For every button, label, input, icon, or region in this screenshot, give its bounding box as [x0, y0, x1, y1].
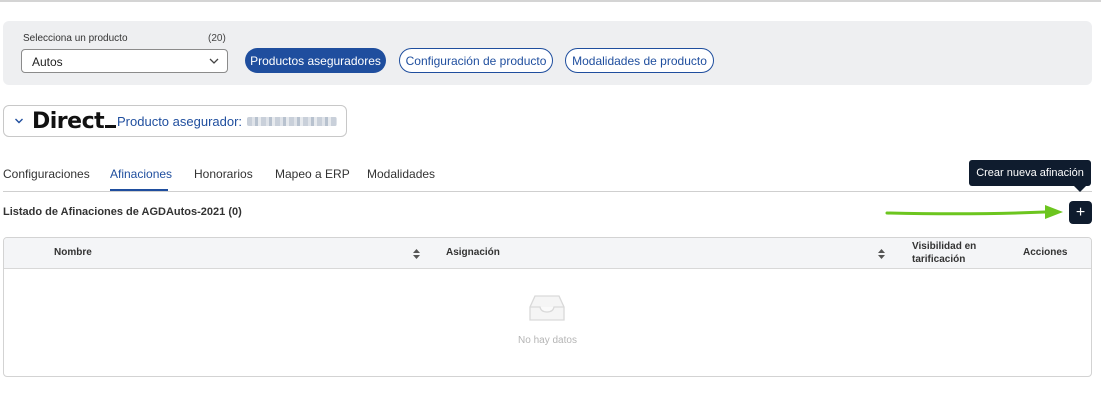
tab-configuraciones[interactable]: Configuraciones [3, 167, 90, 181]
insurer-logo: Direct [32, 109, 117, 134]
sort-icon[interactable] [878, 249, 885, 259]
plus-icon: + [1075, 203, 1086, 221]
sort-icon[interactable] [413, 249, 420, 259]
list-title: Listado de Afinaciones de AGDAutos-2021 … [3, 206, 242, 218]
chevron-down-icon [209, 58, 219, 64]
product-select[interactable]: Autos [21, 49, 228, 73]
afinaciones-table: Nombre Asignación Visibilidad en tarific… [3, 237, 1092, 377]
filter-panel: Selecciona un producto (20) Autos Produc… [3, 21, 1092, 85]
product-modalities-button[interactable]: Modalidades de producto [565, 48, 714, 73]
column-nombre[interactable]: Nombre [54, 247, 92, 258]
chevron-down-icon [15, 118, 23, 124]
column-asignacion[interactable]: Asignación [446, 247, 500, 258]
active-tab-indicator [110, 189, 168, 191]
product-select-value: Autos [32, 55, 63, 69]
empty-state-text: No hay datos [518, 335, 577, 346]
insurer-product-label: Producto asegurador: [117, 114, 243, 129]
tooltip-arrow [1074, 186, 1086, 192]
tab-honorarios[interactable]: Honorarios [194, 167, 253, 181]
tab-afinaciones[interactable]: Afinaciones [110, 167, 172, 181]
column-acciones: Acciones [1023, 247, 1068, 258]
annotation-arrow-icon [885, 205, 1063, 219]
add-tooltip: Crear nueva afinación [969, 160, 1091, 186]
tab-mapeo-erp[interactable]: Mapeo a ERP [275, 167, 350, 181]
add-afinacion-button[interactable]: + [1069, 201, 1092, 224]
insurer-product-selector[interactable]: Direct Producto asegurador: [3, 105, 347, 137]
tab-bar: Configuraciones Afinaciones Honorarios M… [3, 166, 1092, 192]
empty-inbox-icon [529, 295, 565, 321]
insurer-products-button[interactable]: Productos aseguradores [245, 48, 386, 73]
insurer-logo-text: Direct [32, 109, 105, 134]
tab-modalidades[interactable]: Modalidades [367, 167, 435, 181]
product-select-label: Selecciona un producto [23, 33, 128, 44]
top-divider [0, 0, 1101, 2]
column-visibilidad: Visibilidad en tarificación [912, 241, 977, 265]
logo-underscore [105, 125, 117, 128]
insurer-product-value-blurred [247, 117, 337, 126]
table-header: Nombre Asignación Visibilidad en tarific… [4, 238, 1091, 269]
product-count: (20) [208, 33, 226, 44]
product-config-button[interactable]: Configuración de producto [399, 48, 553, 73]
